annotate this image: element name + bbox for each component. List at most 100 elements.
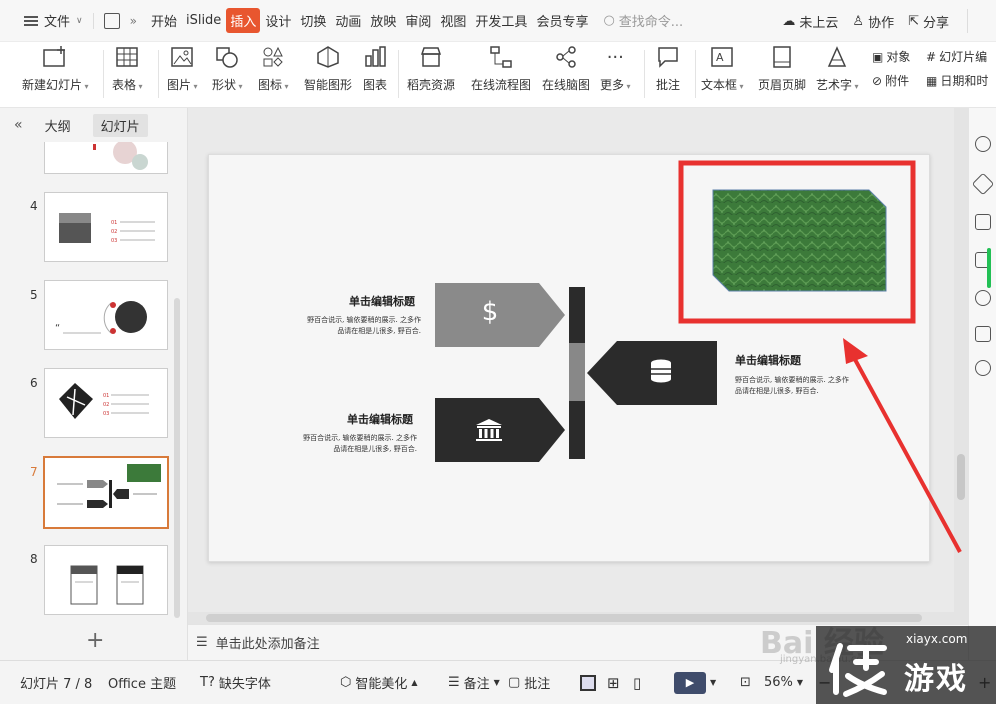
copy-icon[interactable] (975, 214, 991, 230)
command-search[interactable]: ○ 查找命令... (603, 11, 683, 30)
menu-item-review[interactable]: 审阅 (401, 8, 435, 33)
chart-button[interactable]: 图表 (362, 44, 388, 93)
book-icon[interactable] (975, 326, 991, 342)
title-placeholder-3[interactable]: 单击编辑标题 (735, 352, 801, 368)
missing-font-button[interactable]: T? 缺失字体 (200, 673, 271, 692)
right-sidebar (968, 108, 996, 660)
body-line: 野百合说示, 输依要稍的展示. 之多作 (735, 376, 849, 384)
body-line: 品请在相是儿很多, 野百合. (735, 387, 819, 395)
smart-graphic-label: 智能图形 (304, 78, 353, 92)
green-texture-shape[interactable] (712, 189, 887, 292)
textbox-button[interactable]: A 文本框 (701, 44, 744, 93)
cloud-button[interactable]: ☁ 未上云 (782, 12, 838, 31)
resource-button[interactable]: 稻壳资源 (407, 44, 455, 93)
smart-graphic-button[interactable]: 智能图形 (304, 44, 352, 93)
help-icon[interactable] (975, 360, 991, 376)
header-footer-button[interactable]: 页眉页脚 (758, 44, 806, 93)
calendar-icon: ▦ (926, 73, 938, 88)
menu-item-view[interactable]: 视图 (436, 8, 470, 33)
share-button[interactable]: ⇱ 分享 (908, 12, 949, 31)
table-icon (114, 44, 140, 70)
bulb-icon[interactable] (975, 290, 991, 306)
settings-icon[interactable] (975, 136, 991, 152)
play-icon: ▶ (674, 671, 706, 694)
notes-toggle-icon: ☰ (448, 675, 460, 690)
slide-thumbnail-7[interactable] (43, 456, 169, 529)
body-text-2[interactable]: 野百合说示, 输依要稍的展示. 之多作 品请在相是儿很多, 野百合. (275, 433, 417, 455)
table-button[interactable]: 表格 (112, 44, 143, 93)
slide-number-5: 5 (30, 288, 38, 302)
slide-thumbnail-4[interactable]: 01 02 03 (44, 192, 168, 262)
comment-toggle-button[interactable]: ▢ 批注 (508, 673, 550, 692)
slide-number-button[interactable]: # 幻灯片编 (926, 48, 987, 65)
table-label: 表格 (112, 76, 143, 93)
menu-item-transition[interactable]: 切换 (296, 8, 330, 33)
comment-button[interactable]: 批注 (655, 44, 681, 93)
menu-item-developer[interactable]: 开发工具 (471, 8, 531, 33)
smart-beautify-button[interactable]: ⬡ 智能美化 ▲ (340, 673, 418, 692)
menu-item-islide[interactable]: iSlide (182, 10, 225, 31)
slide-thumbnail-6[interactable]: 01 02 03 (44, 368, 168, 438)
slide-thumbnail-3[interactable] (44, 142, 168, 174)
thumbnail-art: “ (55, 301, 147, 334)
mindmap-icon (553, 44, 579, 70)
notes-toggle-button[interactable]: ☰ 备注 ▼ (448, 673, 500, 692)
search-placeholder: 查找命令... (618, 15, 684, 30)
share-label: 分享 (922, 15, 949, 31)
ribbon-divider (695, 50, 696, 98)
home-icon[interactable] (103, 12, 120, 29)
icon-button[interactable]: 图标 (258, 44, 289, 93)
normal-view-icon[interactable] (580, 674, 596, 691)
vertical-scrollbar[interactable] (954, 108, 968, 624)
title-placeholder-2[interactable]: 单击编辑标题 (347, 411, 413, 427)
zoom-value: 56% (764, 675, 793, 690)
cloud-icon: ☁ (782, 13, 796, 29)
collapse-panel-icon[interactable]: « (14, 117, 23, 133)
grid-view-icon[interactable]: ⊞ (607, 674, 620, 692)
cloud-label: 未上云 (799, 15, 839, 31)
attachment-button[interactable]: ⊘ 附件 (872, 72, 909, 89)
thumbnail-scrollbar[interactable] (174, 298, 180, 618)
object-icon: ▣ (872, 49, 884, 64)
slide-thumbnail-8[interactable] (44, 545, 168, 615)
menu-item-design[interactable]: 设计 (261, 8, 295, 33)
scroll-thumb[interactable] (957, 454, 965, 500)
menu-item-animation[interactable]: 动画 (331, 8, 365, 33)
more-button[interactable]: ··· 更多 (600, 44, 631, 93)
slide-thumbnail-5[interactable]: “ (44, 280, 168, 350)
font-icon: T? (200, 675, 215, 690)
body-text-3[interactable]: 野百合说示, 输依要稍的展示. 之多作 品请在相是儿很多, 野百合. (735, 375, 883, 397)
menu-item-insert[interactable]: 插入 (226, 8, 261, 33)
picture-button[interactable]: 图片 (167, 44, 198, 93)
menu-item-slideshow[interactable]: 放映 (366, 8, 400, 33)
file-menu[interactable]: 文件 ∨ (24, 11, 83, 30)
flowchart-button[interactable]: 在线流程图 (471, 44, 531, 93)
menu-item-home[interactable]: 开始 (147, 8, 181, 33)
expand-icon[interactable]: » (130, 14, 137, 28)
datetime-label: 日期和时 (940, 74, 989, 88)
tab-slides[interactable]: 幻灯片 (92, 113, 148, 137)
zoom-select[interactable]: 56% ▼ (764, 675, 803, 690)
new-slide-button[interactable]: 新建幻灯片 (22, 44, 89, 93)
collab-button[interactable]: ♙ 协作 (852, 12, 894, 31)
menu-item-member[interactable]: 会员专享 (532, 8, 592, 33)
add-slide-icon[interactable]: + (86, 628, 104, 653)
title-placeholder-1[interactable]: 单击编辑标题 (349, 293, 415, 309)
mindmap-button[interactable]: 在线脑图 (542, 44, 590, 93)
thumbnail-art: 01 02 03 (59, 383, 149, 419)
fit-icon[interactable]: ⊡ (740, 675, 751, 690)
object-button[interactable]: ▣ 对象 (872, 48, 910, 65)
body-text-1[interactable]: 野百合说示, 输依要稍的展示. 之多作 品请在相是儿很多, 野百合. (279, 315, 421, 337)
wordart-button[interactable]: 艺术字 (816, 44, 859, 93)
play-button[interactable]: ▶ ▼ (674, 671, 716, 694)
slide-7[interactable]: $ 单击编辑标题 野百合说示, 输依要稍的展示. 之多作 品请在相是儿很多, 野… (208, 154, 930, 562)
datetime-button[interactable]: ▦ 日期和时 (926, 72, 988, 89)
notes-placeholder: 单击此处添加备注 (215, 637, 320, 652)
reading-view-icon[interactable]: ▯ (633, 674, 641, 692)
shape-button[interactable]: 形状 (212, 44, 243, 93)
tab-outline[interactable]: 大纲 (37, 114, 79, 137)
icon-label: 图标 (258, 76, 289, 93)
arrow-shape-bottom[interactable] (435, 398, 565, 462)
star-icon[interactable] (971, 172, 995, 196)
theme-name[interactable]: Office 主题 (108, 673, 176, 692)
